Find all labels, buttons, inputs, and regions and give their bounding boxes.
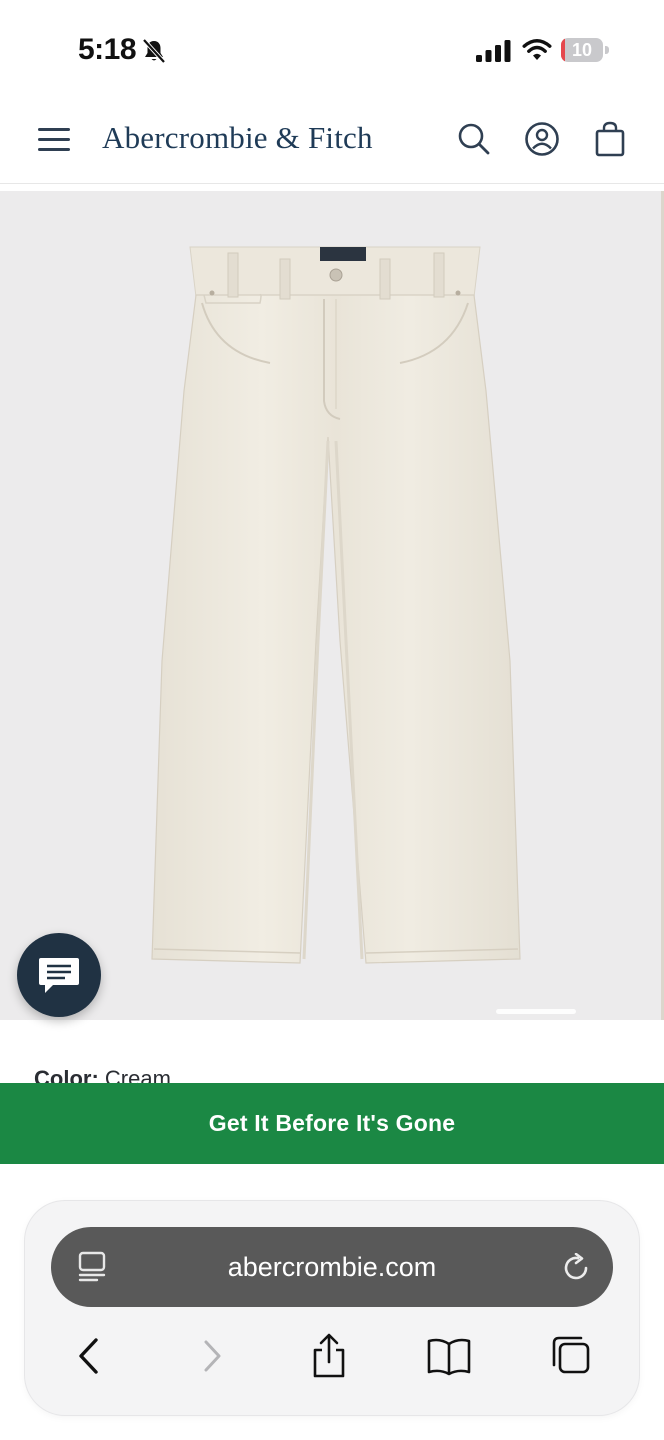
site-header: Abercrombie & Fitch <box>0 96 664 184</box>
address-bar[interactable]: abercrombie.com <box>51 1227 613 1307</box>
bell-slash-icon <box>142 38 166 64</box>
product-image-gallery[interactable] <box>0 191 664 1020</box>
cellular-signal-icon <box>476 40 511 62</box>
battery-icon: 10 <box>561 38 609 62</box>
forward-icon[interactable] <box>189 1333 235 1379</box>
url-text[interactable]: abercrombie.com <box>51 1227 613 1307</box>
gallery-scroll-indicator <box>496 1009 576 1014</box>
account-icon[interactable] <box>523 120 561 158</box>
bookmarks-icon[interactable] <box>426 1333 472 1379</box>
status-bar: 5:18 10 <box>0 0 664 96</box>
chat-button[interactable] <box>17 933 101 1017</box>
share-icon[interactable] <box>306 1333 352 1379</box>
back-icon[interactable] <box>67 1333 113 1379</box>
product-image-jeans[interactable] <box>140 241 532 971</box>
shopping-bag-icon[interactable] <box>591 120 629 158</box>
search-icon[interactable] <box>455 120 493 158</box>
browser-toolbar: abercrombie.com <box>25 1201 639 1415</box>
reload-icon[interactable] <box>561 1253 591 1283</box>
chat-bubble-icon <box>39 958 79 993</box>
battery-level-text: 10 <box>571 40 593 60</box>
status-time: 5:18 <box>78 33 137 66</box>
tabs-icon[interactable] <box>547 1333 593 1379</box>
promo-text: Get It Before It's Gone <box>208 1110 456 1136</box>
promo-banner[interactable]: Get It Before It's Gone <box>0 1083 664 1164</box>
wifi-icon <box>522 39 552 60</box>
hamburger-menu-icon[interactable] <box>36 126 72 152</box>
brand-logo[interactable]: Abercrombie & Fitch <box>102 120 373 156</box>
